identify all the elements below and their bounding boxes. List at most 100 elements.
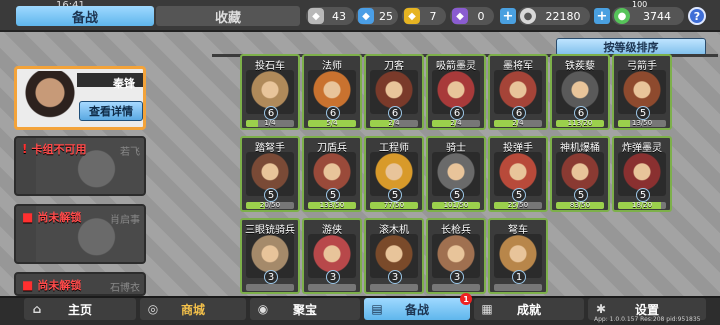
resource-silver-token: ◆ 43 <box>306 7 354 25</box>
hero-card[interactable]: 长枪兵 3 <box>426 218 486 294</box>
hero-card[interactable]: 弩车 1 <box>488 218 548 294</box>
slot-ghost-name: 若飞 <box>120 147 140 158</box>
lock-icon: ■ <box>22 278 34 292</box>
question-icon: ? <box>693 9 701 23</box>
hero-card[interactable]: 刀客 6 2/4 <box>364 54 424 130</box>
hero-level-badge: 5 <box>574 188 588 202</box>
silver-token-icon: ◆ <box>308 8 324 24</box>
hero-card[interactable]: 投弹手 5 25/50 <box>488 136 548 212</box>
energy-value: 100 <box>632 0 648 9</box>
lock-icon: ■ <box>22 210 34 224</box>
hero-card[interactable]: 铁蒺藜 6 113/20 <box>550 54 610 130</box>
resource-green-gem: ● 3744 <box>612 7 684 25</box>
blue-token-icon: ◆ <box>358 8 374 24</box>
nav-home[interactable]: ⌂ 主页 <box>24 298 136 320</box>
hero-card[interactable]: 游侠 3 <box>302 218 362 294</box>
hero-card[interactable]: 工程师 5 77/50 <box>364 136 424 212</box>
hero-progress-text: 25/50 <box>507 201 529 209</box>
hero-card[interactable]: 刀盾兵 5 133/50 <box>302 136 362 212</box>
slot-label: 尚未解锁 <box>37 211 82 224</box>
notification-badge: 1 <box>460 293 472 305</box>
hero-progress-text: 113/20 <box>567 119 593 127</box>
hero-level-badge: 5 <box>388 188 402 202</box>
hero-card[interactable]: 三眼铳骑兵 3 <box>240 218 300 294</box>
commander-name: 秦锋 <box>113 77 135 90</box>
commander-portrait <box>21 71 79 125</box>
deck-slot-unavailable[interactable]: ! 卡组不可用 若飞 <box>14 136 146 196</box>
deck-slot-locked-2[interactable]: ■ 尚未解锁 石博衣 <box>14 272 146 296</box>
hero-name: 吸箭墨灵 <box>436 61 476 72</box>
hero-card[interactable]: 神机爆桶 5 83/50 <box>550 136 610 212</box>
treasure-icon: ◉ <box>257 302 269 316</box>
cards-icon: ▤ <box>371 302 383 316</box>
hero-card[interactable]: 滚木机 3 <box>364 218 424 294</box>
add-gem-button[interactable]: + <box>594 8 610 24</box>
hero-name: 法师 <box>322 61 342 72</box>
nav-achievement[interactable]: ▦ 成就 <box>474 298 584 320</box>
hero-name: 刀盾兵 <box>317 143 347 154</box>
hero-name: 踏弩手 <box>255 143 285 154</box>
hero-progress-bar <box>494 284 542 291</box>
hero-progress-text: 133/50 <box>319 201 345 209</box>
hero-level-badge: 6 <box>326 106 340 120</box>
hero-name: 滚木机 <box>379 225 409 236</box>
achievement-icon: ▦ <box>481 302 493 316</box>
resource-blue-token: ◆ 25 <box>356 7 398 25</box>
hero-progress-bar <box>246 284 294 291</box>
warning-icon: ! <box>22 142 28 156</box>
add-coin-button[interactable]: + <box>500 8 516 24</box>
resource-purple-token: ◆ 0 <box>450 7 494 25</box>
green-gem-icon: ● <box>614 8 630 24</box>
hero-level-badge: 5 <box>450 188 464 202</box>
hero-name: 铁蒺藜 <box>565 61 595 72</box>
deck-slot-locked[interactable]: ■ 尚未解锁 肖启事 <box>14 204 146 264</box>
slot-label: 卡组不可用 <box>31 143 87 156</box>
slot-ghost-name: 肖启事 <box>110 215 140 226</box>
hero-card[interactable]: 投石车 6 1/4 <box>240 54 300 130</box>
hero-card[interactable]: 墨将军 6 2/4 <box>488 54 548 130</box>
slot-ghost-name: 石博衣 <box>110 283 140 294</box>
hero-progress-text: 1/4 <box>264 119 276 127</box>
hero-progress-bar <box>432 284 480 291</box>
hero-progress-text: 2/4 <box>512 119 524 127</box>
hero-progress-text: 5/4 <box>326 119 338 127</box>
hero-level-badge: 6 <box>574 106 588 120</box>
hero-progress-text: 2/4 <box>450 119 462 127</box>
shop-icon: ◎ <box>147 302 159 316</box>
hero-name: 弩车 <box>508 225 528 236</box>
hero-card[interactable]: 吸箭墨灵 6 2/4 <box>426 54 486 130</box>
hero-name: 三眼铳骑兵 <box>245 225 295 236</box>
hero-name: 炸弹墨灵 <box>622 143 662 154</box>
hero-card[interactable]: 法师 6 5/4 <box>302 54 362 130</box>
commander-card[interactable]: 秦锋 查看详情 <box>14 66 146 130</box>
hero-card[interactable]: 骑士 5 101/50 <box>426 136 486 212</box>
help-button[interactable]: ? <box>688 7 706 25</box>
nav-shop[interactable]: ◎ 商城 <box>140 298 246 320</box>
version-text: App: 1.0.0.157 Res:208 pid:951835 <box>594 316 701 323</box>
tab-collection[interactable]: 收藏 <box>156 6 300 26</box>
hero-card[interactable]: 踏弩手 5 20/50 <box>240 136 300 212</box>
hero-card[interactable]: 弓箭手 5 13/50 <box>612 54 672 130</box>
nav-treasure[interactable]: ◉ 聚宝 <box>250 298 360 320</box>
resource-gold-token: ◆ 7 <box>402 7 446 25</box>
hero-name: 刀客 <box>384 61 404 72</box>
hero-level-badge: 3 <box>388 270 402 284</box>
hero-card[interactable]: 炸弹墨灵 5 18/20 <box>612 136 672 212</box>
hero-name: 骑士 <box>446 143 466 154</box>
hero-progress-text: 18/20 <box>631 201 653 209</box>
view-details-button[interactable]: 查看详情 <box>79 101 143 121</box>
hero-progress-text: 77/50 <box>383 201 405 209</box>
purple-token-icon: ◆ <box>452 8 468 24</box>
hero-name: 投石车 <box>255 61 285 72</box>
slot-label: 尚未解锁 <box>37 279 82 292</box>
hero-progress-bar <box>370 284 418 291</box>
hero-level-badge: 6 <box>450 106 464 120</box>
hero-level-badge: 5 <box>636 188 650 202</box>
tab-prepare[interactable]: 备战 <box>16 6 154 26</box>
home-icon: ⌂ <box>32 302 42 316</box>
hero-level-badge: 6 <box>512 106 526 120</box>
hero-name: 神机爆桶 <box>560 143 600 154</box>
nav-prepare[interactable]: ▤ 备战 <box>364 298 470 320</box>
hero-level-badge: 1 <box>512 270 526 284</box>
hero-name: 游侠 <box>322 225 342 236</box>
